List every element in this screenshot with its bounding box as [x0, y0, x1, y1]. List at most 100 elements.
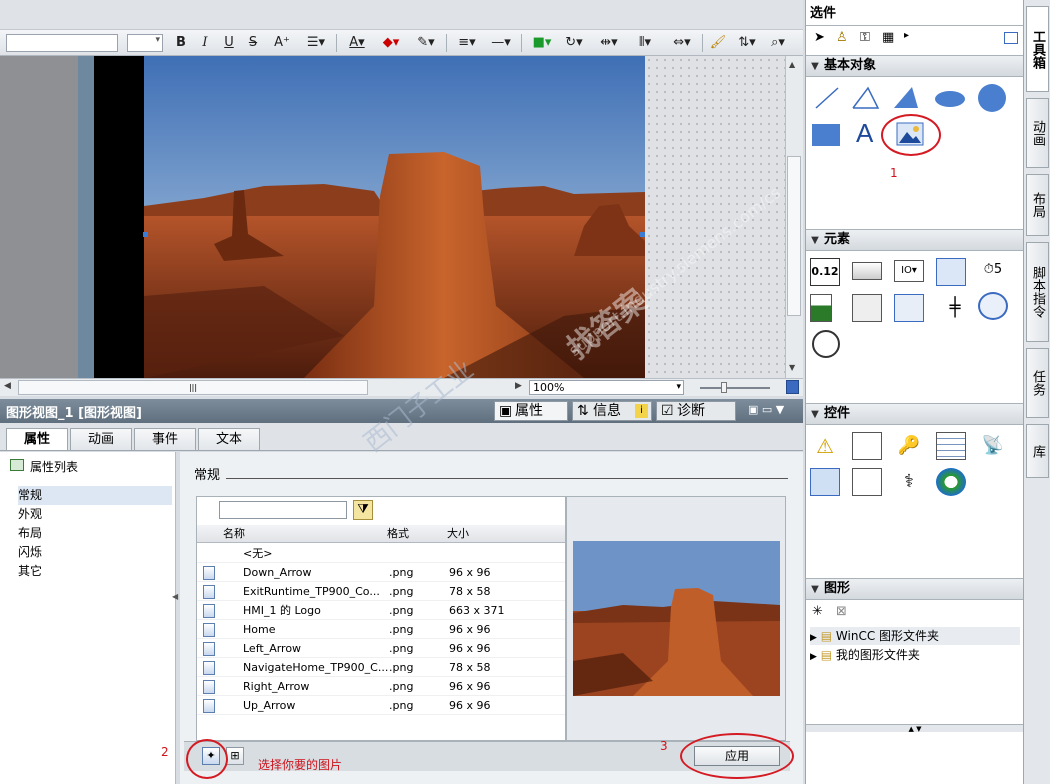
graphic-io-icon[interactable]: [936, 258, 966, 286]
sm-view-icon[interactable]: 📡: [978, 432, 1008, 460]
line-width-icon[interactable]: ≡▾: [452, 33, 482, 53]
tree-item-wincc-graphics[interactable]: ▶ ▤ WinCC 图形文件夹: [810, 627, 1020, 645]
media-player-icon[interactable]: [936, 468, 966, 496]
circle-icon[interactable]: [976, 82, 1008, 114]
table-row[interactable]: Left_Arrow .png 96 x 96: [197, 639, 565, 658]
basic-objects-header[interactable]: ▼ 基本对象: [806, 55, 1024, 77]
nav-item-layout[interactable]: 布局: [18, 524, 172, 543]
align-objects-icon[interactable]: ⇹▾: [594, 33, 624, 53]
new-folder-icon[interactable]: ✳: [812, 604, 823, 619]
line-color-icon[interactable]: ✎▾: [410, 33, 442, 53]
column-format[interactable]: 格式: [387, 525, 409, 543]
tab-properties-top[interactable]: ▣ 属性: [494, 401, 568, 421]
font-name-combo[interactable]: [6, 34, 118, 52]
pointer-icon[interactable]: ➤: [814, 30, 825, 45]
selection-handle[interactable]: [640, 232, 645, 237]
column-name[interactable]: 名称: [223, 525, 245, 543]
table-row[interactable]: Home .png 96 x 96: [197, 620, 565, 639]
layer-icon[interactable]: ⇅▾: [732, 33, 762, 53]
ellipse-icon[interactable]: [934, 88, 968, 110]
format-painter-icon[interactable]: 🖌: [708, 33, 728, 53]
tab-diagnostics[interactable]: ☑ 诊断: [656, 401, 736, 421]
graphics-header[interactable]: ▼ 图形: [806, 578, 1024, 600]
date-time-icon[interactable]: ⏱5: [978, 256, 1008, 284]
clock-icon[interactable]: [812, 330, 840, 358]
rotate-icon[interactable]: ↻▾: [560, 33, 588, 53]
table-row[interactable]: ExitRuntime_TP900_Co... .png 78 x 58: [197, 582, 565, 601]
tab-script-instructions[interactable]: 脚本指令: [1026, 242, 1049, 342]
same-size-icon[interactable]: ⇔▾: [666, 33, 698, 53]
tab-layout[interactable]: 布局: [1026, 174, 1049, 236]
properties-tool-icon[interactable]: ⚿: [860, 30, 870, 45]
delete-folder-icon[interactable]: ⊠: [836, 604, 847, 619]
distribute-icon[interactable]: ⫴▾: [630, 33, 660, 53]
nav-item-flashing[interactable]: 闪烁: [18, 543, 172, 562]
font-size-up-icon[interactable]: A⁺: [268, 33, 296, 53]
controls-header[interactable]: ▼ 控件: [806, 403, 1024, 425]
zoom-slider[interactable]: [700, 387, 770, 389]
button-element-icon[interactable]: [852, 262, 882, 280]
underline-button[interactable]: U: [220, 33, 238, 53]
nav-item-appearance[interactable]: 外观: [18, 505, 172, 524]
more-tools-icon[interactable]: ▸: [904, 30, 909, 41]
symbolic-io-icon[interactable]: IO▾: [894, 260, 924, 282]
trend-view-icon[interactable]: [852, 432, 882, 460]
fill-pattern-icon[interactable]: ■▾: [528, 33, 556, 53]
slider-icon[interactable]: ╪: [940, 294, 970, 322]
selection-handle[interactable]: [143, 232, 148, 237]
align-icon[interactable]: ☰▾: [300, 33, 332, 53]
table-tool-icon[interactable]: ▦: [882, 30, 894, 45]
table-row[interactable]: NavigateHome_TP900_C... .png 78 x 58: [197, 658, 565, 677]
nav-item-general[interactable]: 常规: [18, 486, 172, 505]
zoom-fit-icon[interactable]: ⌕▾: [766, 33, 790, 53]
collapse-nav-icon[interactable]: ◀: [172, 592, 178, 601]
strikethrough-button[interactable]: S: [244, 33, 262, 53]
io-field-icon[interactable]: 0.12: [810, 258, 840, 286]
symbol-library-icon[interactable]: [894, 294, 924, 322]
canvas-grid-area[interactable]: [645, 56, 785, 378]
polyline-icon[interactable]: [850, 84, 882, 112]
status-force-icon[interactable]: ⚕: [894, 468, 924, 496]
window-controls-icon[interactable]: ▣ ▭ ▼: [748, 403, 784, 416]
gauge-icon[interactable]: [978, 292, 1008, 320]
stamp-icon[interactable]: ♙: [836, 30, 848, 45]
panel-splitter[interactable]: ▲ ▼: [806, 724, 1024, 733]
bar-icon[interactable]: [810, 294, 832, 322]
column-size[interactable]: 大小: [447, 525, 469, 543]
tab-libraries[interactable]: 库: [1026, 424, 1049, 478]
canvas-vertical-scrollbar[interactable]: ▲ ▼: [785, 56, 803, 378]
zoom-slider-thumb[interactable]: [721, 382, 727, 393]
table-row[interactable]: Right_Arrow .png 96 x 96: [197, 677, 565, 696]
polygon-icon[interactable]: [890, 84, 922, 112]
system-diagnostics-icon[interactable]: [810, 468, 840, 496]
tab-info[interactable]: ⇅ 信息 i: [572, 401, 652, 421]
tab-properties[interactable]: 属性: [6, 428, 68, 450]
tab-animations[interactable]: 动画: [70, 428, 132, 450]
rectangle-icon[interactable]: [810, 122, 842, 148]
tab-events[interactable]: 事件: [134, 428, 196, 450]
import-graphic-icon[interactable]: ⊞: [226, 747, 244, 765]
tab-animations-vertical[interactable]: 动画: [1026, 98, 1049, 168]
line-style-icon[interactable]: —▾: [486, 33, 516, 53]
filter-input[interactable]: [219, 501, 347, 519]
view-mode-icon[interactable]: [1004, 32, 1018, 44]
fx-trend-view-icon[interactable]: [852, 468, 882, 496]
alarm-view-icon[interactable]: ⚠: [810, 432, 840, 460]
table-row[interactable]: HMI_1 的 Logo .png 663 x 371: [197, 601, 565, 620]
bold-button[interactable]: B: [172, 33, 190, 53]
table-row[interactable]: Down_Arrow .png 96 x 96: [197, 563, 565, 582]
tab-tasks[interactable]: 任务: [1026, 348, 1049, 418]
fill-color-icon[interactable]: ◆▾: [376, 33, 406, 53]
elements-header[interactable]: ▼ 元素: [806, 229, 1024, 251]
tab-texts[interactable]: 文本: [198, 428, 260, 450]
switch-icon[interactable]: [852, 294, 882, 322]
nav-item-misc[interactable]: 其它: [18, 562, 172, 581]
tab-toolbox[interactable]: 工具箱: [1026, 6, 1049, 92]
zoom-fit-button[interactable]: [786, 380, 799, 394]
text-field-icon[interactable]: A: [856, 118, 873, 149]
recipe-view-icon[interactable]: [936, 432, 966, 460]
filter-icon[interactable]: ⧩: [353, 500, 373, 520]
font-color-icon[interactable]: A▾: [342, 33, 372, 53]
table-row[interactable]: Up_Arrow .png 96 x 96: [197, 696, 565, 715]
table-row[interactable]: <无>: [197, 544, 565, 563]
